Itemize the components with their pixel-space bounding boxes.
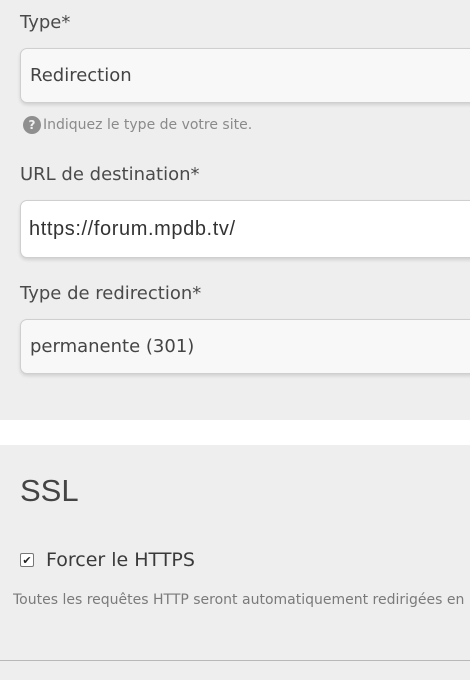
force-https-checkbox[interactable]: ✔: [20, 553, 34, 567]
ssl-description: Toutes les requêtes HTTP seront automati…: [13, 592, 470, 608]
force-https-row[interactable]: ✔ Forcer le HTTPS: [20, 549, 195, 571]
divider: [0, 660, 470, 661]
url-label: URL de destination*: [20, 164, 200, 185]
redirect-type-label: Type de redirection*: [20, 283, 202, 304]
ssl-section-title: SSL: [20, 473, 79, 508]
section-gap: [0, 420, 470, 445]
redirect-type-select[interactable]: permanente (301): [20, 319, 470, 374]
url-input[interactable]: https://forum.mpdb.tv/: [20, 200, 470, 258]
type-label: Type*: [20, 12, 71, 33]
type-select[interactable]: Redirection: [20, 48, 470, 103]
ssl-panel: SSL ✔ Forcer le HTTPS Toutes les requête…: [0, 445, 470, 680]
type-hint-text: Indiquez le type de votre site.: [43, 117, 253, 133]
type-hint: ? Indiquez le type de votre site.: [23, 116, 252, 134]
question-circle-icon: ?: [23, 116, 41, 134]
site-settings-panel: Type* Redirection ? Indiquez le type de …: [0, 0, 470, 420]
force-https-label[interactable]: Forcer le HTTPS: [46, 549, 195, 571]
